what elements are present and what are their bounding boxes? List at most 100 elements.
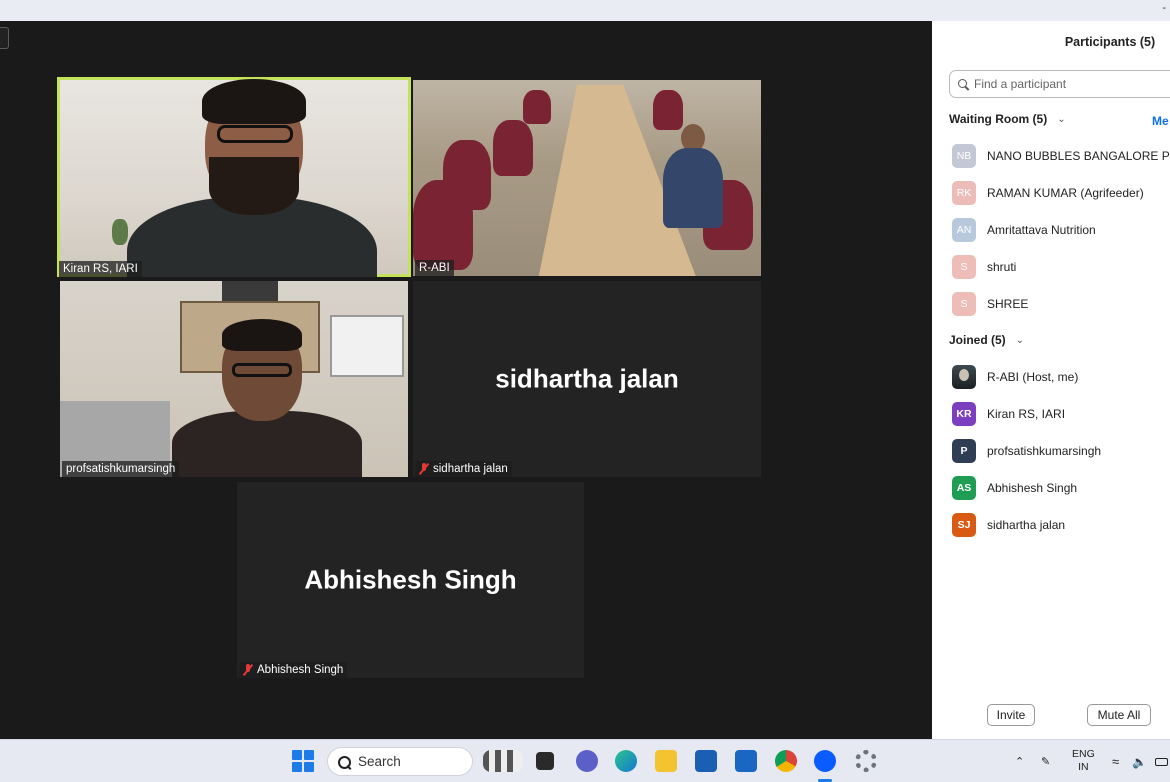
joined-participant-row[interactable]: AS Abhishesh Singh	[952, 475, 1077, 500]
settings-gear-icon[interactable]	[855, 750, 877, 772]
joined-label: Joined (5)	[949, 333, 1006, 347]
search-icon	[338, 756, 351, 769]
tile-name: sidhartha jalan	[433, 463, 508, 475]
chair	[493, 120, 533, 176]
video-tile-abhishesh[interactable]: Abhishesh Singh Abhishesh Singh	[237, 482, 584, 678]
search-placeholder: Find a participant	[974, 77, 1067, 91]
file-explorer-icon[interactable]	[655, 750, 677, 772]
avatar: SJ	[952, 512, 976, 537]
view-toggle-button[interactable]	[0, 27, 9, 49]
video-tile-sidhartha[interactable]: sidhartha jalan sidhartha jalan	[413, 281, 761, 477]
wall-frame	[222, 281, 278, 301]
language-indicator[interactable]: ENG IN	[1072, 748, 1095, 774]
participant-hair	[222, 319, 302, 351]
volume-icon[interactable]: 🔈	[1132, 740, 1147, 782]
participant-name: Kiran RS, IARI	[987, 406, 1066, 421]
taskbar-search-box[interactable]: Search	[327, 747, 473, 776]
tile-display-name: sidhartha jalan	[495, 363, 679, 394]
tile-name-tag: Kiran RS, IARI	[59, 261, 142, 277]
invite-button[interactable]: Invite	[987, 704, 1035, 726]
waiting-room-label: Waiting Room (5)	[949, 112, 1048, 126]
tile-name-tag: sidhartha jalan	[415, 461, 512, 477]
tile-name-tag: profsatishkumarsingh	[62, 461, 180, 477]
chevron-down-icon[interactable]: ⌄	[1057, 114, 1065, 125]
windows-taskbar: Search ⌃ ✎ ENG IN ≈ 🔈	[0, 739, 1170, 782]
joined-participant-row[interactable]: KR Kiran RS, IARI	[952, 401, 1065, 426]
search-icon	[958, 78, 969, 90]
waiting-room-header[interactable]: Waiting Room (5) ⌄	[949, 112, 1066, 126]
chat-icon[interactable]	[576, 750, 598, 772]
avatar: S	[952, 254, 976, 279]
tile-name-tag: R-ABI	[415, 260, 454, 276]
video-tile-prof[interactable]: profsatishkumarsingh	[60, 281, 408, 477]
avatar: S	[952, 291, 976, 316]
participant-figure	[663, 124, 723, 228]
participant-name: Amritattava Nutrition	[987, 222, 1096, 237]
waiting-participant-row[interactable]: RK RAMAN KUMAR (Agrifeeder)	[952, 180, 1144, 205]
store-icon[interactable]	[695, 750, 717, 772]
participant-name: NANO BUBBLES BANGALORE PVT LT	[987, 148, 1170, 163]
video-tile-rabi[interactable]: R-ABI	[413, 80, 761, 276]
avatar: NB	[952, 143, 976, 168]
tile-display-name: Abhishesh Singh	[304, 564, 517, 595]
joined-participant-row[interactable]: P profsatishkumarsingh	[952, 438, 1101, 463]
participant-name: Abhishesh Singh	[987, 480, 1078, 495]
participant-search-input[interactable]: Find a participant	[949, 70, 1170, 98]
chair	[413, 180, 473, 270]
participant-name: profsatishkumarsingh	[987, 443, 1102, 458]
panel-title: Participants (5)	[1064, 35, 1156, 49]
language-pen-icon[interactable]: ✎	[1041, 740, 1050, 782]
avatar: RK	[952, 180, 976, 205]
tile-name-tag: Abhishesh Singh	[239, 662, 348, 678]
video-tile-kiran[interactable]: Kiran RS, IARI	[57, 77, 411, 277]
mail-icon[interactable]	[735, 750, 757, 772]
joined-participant-row[interactable]: SJ sidhartha jalan	[952, 512, 1065, 537]
video-gallery: Kiran RS, IARI R-ABI profsatishkumarsing…	[0, 21, 932, 739]
waiting-participant-row[interactable]: S SHREE	[952, 291, 1028, 316]
participant-glasses	[217, 125, 293, 143]
participant-name: RAMAN KUMAR (Agrifeeder)	[987, 185, 1144, 200]
participants-panel: Participants (5) Find a participant Wait…	[932, 21, 1170, 739]
minimize-button[interactable]: -	[1162, 2, 1166, 14]
whiteboard	[330, 315, 404, 377]
taskbar-search-label: Search	[358, 754, 401, 769]
tile-name: profsatishkumarsingh	[66, 463, 176, 475]
avatar: KR	[952, 401, 976, 426]
background-plant	[112, 219, 128, 245]
participant-name: R-ABI (Host, me)	[987, 369, 1079, 384]
mic-muted-icon	[419, 463, 429, 475]
participant-name: shruti	[987, 259, 1017, 274]
participant-hair	[202, 79, 306, 124]
wifi-icon[interactable]: ≈	[1112, 740, 1119, 782]
avatar: AS	[952, 475, 976, 500]
avatar: AN	[952, 217, 976, 242]
window-titlebar: -	[0, 0, 1170, 21]
mic-muted-icon	[243, 664, 253, 676]
waiting-room-action-link[interactable]: Me	[1152, 114, 1169, 128]
chair	[523, 90, 551, 124]
joined-header[interactable]: Joined (5) ⌄	[949, 333, 1024, 347]
tile-name: Kiran RS, IARI	[63, 263, 138, 275]
waiting-participant-row[interactable]: NB NANO BUBBLES BANGALORE PVT LT	[952, 143, 1170, 168]
zebra-widget-icon[interactable]	[483, 750, 523, 772]
tile-name: R-ABI	[419, 262, 450, 274]
participant-beard	[209, 157, 299, 215]
chevron-up-icon[interactable]: ⌃	[1015, 740, 1024, 782]
avatar: P	[952, 438, 976, 463]
avatar	[952, 364, 976, 389]
tile-name: Abhishesh Singh	[257, 664, 344, 676]
participant-name: SHREE	[987, 296, 1029, 311]
joined-participant-row[interactable]: R-ABI (Host, me)	[952, 364, 1078, 389]
mute-all-button[interactable]: Mute All	[1087, 704, 1151, 726]
participant-name: sidhartha jalan	[987, 517, 1066, 532]
chrome-icon[interactable]	[775, 750, 797, 772]
waiting-participant-row[interactable]: S shruti	[952, 254, 1016, 279]
battery-icon[interactable]	[1155, 740, 1168, 782]
windows-start-icon[interactable]	[292, 750, 314, 772]
waiting-participant-row[interactable]: AN Amritattava Nutrition	[952, 217, 1096, 242]
task-view-icon[interactable]	[536, 752, 554, 770]
zoom-icon[interactable]	[814, 750, 836, 772]
chevron-down-icon[interactable]: ⌄	[1016, 335, 1024, 346]
edge-browser-icon[interactable]	[615, 750, 637, 772]
participant-glasses	[232, 363, 292, 377]
